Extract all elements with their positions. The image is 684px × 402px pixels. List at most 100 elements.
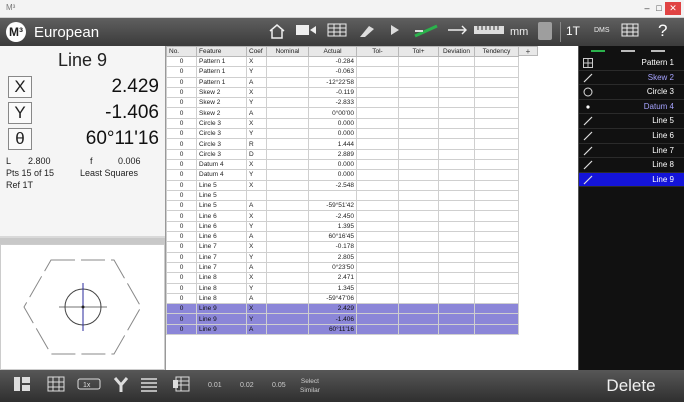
- cell-deviation[interactable]: [438, 107, 475, 119]
- cell-no[interactable]: 0: [166, 107, 197, 119]
- table-view-icon[interactable]: [326, 23, 348, 41]
- cell-tendency[interactable]: [474, 200, 519, 212]
- cell-deviation[interactable]: [438, 158, 475, 171]
- cell-tol-plus[interactable]: [398, 200, 439, 212]
- cell-tol-plus[interactable]: [398, 107, 439, 119]
- cell-nominal[interactable]: [266, 231, 309, 243]
- cell-tol-minus[interactable]: [356, 189, 399, 202]
- cell-tendency[interactable]: [474, 313, 519, 325]
- cell-tendency[interactable]: [474, 251, 519, 263]
- cell-tendency[interactable]: [474, 189, 519, 202]
- cell-coef[interactable]: X: [246, 210, 267, 222]
- cell-no[interactable]: 0: [166, 261, 197, 274]
- cell-feature[interactable]: Skew 2: [196, 97, 247, 109]
- cell-tol-minus[interactable]: [356, 179, 399, 191]
- minimize-button[interactable]: –: [641, 2, 653, 15]
- cell-tol-minus[interactable]: [356, 148, 399, 160]
- table-row[interactable]: 0 Circle 3 Y 0.000: [166, 128, 519, 140]
- cell-coef[interactable]: A: [246, 76, 267, 88]
- cell-tol-minus[interactable]: [356, 251, 399, 263]
- feature-item[interactable]: Skew 2: [579, 71, 684, 86]
- resolution-0-02[interactable]: 0.02: [240, 382, 254, 389]
- cell-coef[interactable]: Y: [246, 128, 267, 140]
- cell-nominal[interactable]: [266, 200, 309, 212]
- cell-feature[interactable]: Skew 2: [196, 86, 247, 99]
- cell-tendency[interactable]: [474, 169, 519, 181]
- cell-no[interactable]: 0: [166, 148, 197, 160]
- cell-nominal[interactable]: [266, 86, 309, 99]
- cell-deviation[interactable]: [438, 323, 475, 336]
- axis-theta-button[interactable]: θ: [8, 128, 32, 150]
- cell-coef[interactable]: X: [246, 55, 267, 68]
- cell-tendency[interactable]: [474, 86, 519, 99]
- table-row[interactable]: 0 Line 7 X -0.178: [166, 241, 519, 253]
- cell-deviation[interactable]: [438, 66, 475, 78]
- edge-detect-icon[interactable]: [412, 23, 440, 41]
- part-view[interactable]: [0, 244, 165, 370]
- maximize-button[interactable]: □: [653, 2, 665, 15]
- cell-tendency[interactable]: [474, 210, 519, 222]
- cell-deviation[interactable]: [438, 179, 475, 191]
- cell-feature[interactable]: Line 7: [196, 241, 247, 253]
- cell-tol-minus[interactable]: [356, 282, 399, 294]
- cell-feature[interactable]: Pattern 1: [196, 66, 247, 78]
- feature-item[interactable]: Line 9: [579, 172, 684, 188]
- axis-x-button[interactable]: X: [8, 76, 32, 98]
- cell-nominal[interactable]: [266, 179, 309, 191]
- cell-tol-minus[interactable]: [356, 323, 399, 336]
- cell-tol-minus[interactable]: [356, 107, 399, 119]
- add-column-button[interactable]: +: [518, 46, 538, 56]
- home-icon[interactable]: [266, 23, 288, 41]
- cell-actual[interactable]: -1.406: [308, 313, 357, 325]
- cell-tol-plus[interactable]: [398, 272, 439, 284]
- cell-deviation[interactable]: [438, 148, 475, 160]
- cell-coef[interactable]: X: [246, 117, 267, 130]
- play-icon[interactable]: [388, 23, 402, 41]
- cell-tol-plus[interactable]: [398, 86, 439, 99]
- cell-tendency[interactable]: [474, 261, 519, 274]
- cell-deviation[interactable]: [438, 313, 475, 325]
- table-row[interactable]: 0 Line 9 A 60°11'16: [166, 323, 519, 336]
- cell-coef[interactable]: Y: [246, 282, 267, 294]
- cell-tol-minus[interactable]: [356, 169, 399, 181]
- cell-tendency[interactable]: [474, 158, 519, 171]
- export-table-icon[interactable]: [170, 376, 192, 396]
- cell-nominal[interactable]: [266, 138, 309, 150]
- cell-tendency[interactable]: [474, 323, 519, 336]
- cell-tendency[interactable]: [474, 128, 519, 140]
- cell-nominal[interactable]: [266, 169, 309, 181]
- cell-nominal[interactable]: [266, 303, 309, 315]
- cell-coef[interactable]: A: [246, 107, 267, 119]
- cell-feature[interactable]: Line 9: [196, 303, 247, 315]
- cell-tendency[interactable]: [474, 303, 519, 315]
- col-coef[interactable]: Coef: [246, 46, 267, 57]
- col-nominal[interactable]: Nominal: [266, 46, 309, 57]
- cell-no[interactable]: 0: [166, 303, 197, 315]
- cell-feature[interactable]: Line 9: [196, 313, 247, 325]
- cell-no[interactable]: 0: [166, 323, 197, 336]
- cell-tendency[interactable]: [474, 97, 519, 109]
- close-button[interactable]: ✕: [665, 2, 681, 15]
- cell-tol-minus[interactable]: [356, 97, 399, 109]
- cell-actual[interactable]: 60°11'16: [308, 323, 357, 336]
- cell-nominal[interactable]: [266, 292, 309, 305]
- cell-no[interactable]: 0: [166, 272, 197, 284]
- cell-feature[interactable]: Line 6: [196, 220, 247, 233]
- cell-no[interactable]: 0: [166, 313, 197, 325]
- cell-no[interactable]: 0: [166, 138, 197, 150]
- cell-tol-plus[interactable]: [398, 76, 439, 88]
- cell-tol-minus[interactable]: [356, 55, 399, 68]
- cell-tol-plus[interactable]: [398, 313, 439, 325]
- cell-feature[interactable]: Circle 3: [196, 117, 247, 130]
- tab-indicator-active[interactable]: [591, 50, 605, 52]
- cell-coef[interactable]: Y: [246, 313, 267, 325]
- cell-coef[interactable]: Y: [246, 66, 267, 78]
- lock-icon[interactable]: [538, 22, 552, 40]
- cell-coef[interactable]: X: [246, 86, 267, 99]
- cell-tendency[interactable]: [474, 107, 519, 119]
- cell-no[interactable]: 0: [166, 86, 197, 99]
- cell-deviation[interactable]: [438, 128, 475, 140]
- cell-deviation[interactable]: [438, 189, 475, 202]
- table-row[interactable]: 0 Line 7 Y 2.805: [166, 251, 519, 263]
- cell-nominal[interactable]: [266, 107, 309, 119]
